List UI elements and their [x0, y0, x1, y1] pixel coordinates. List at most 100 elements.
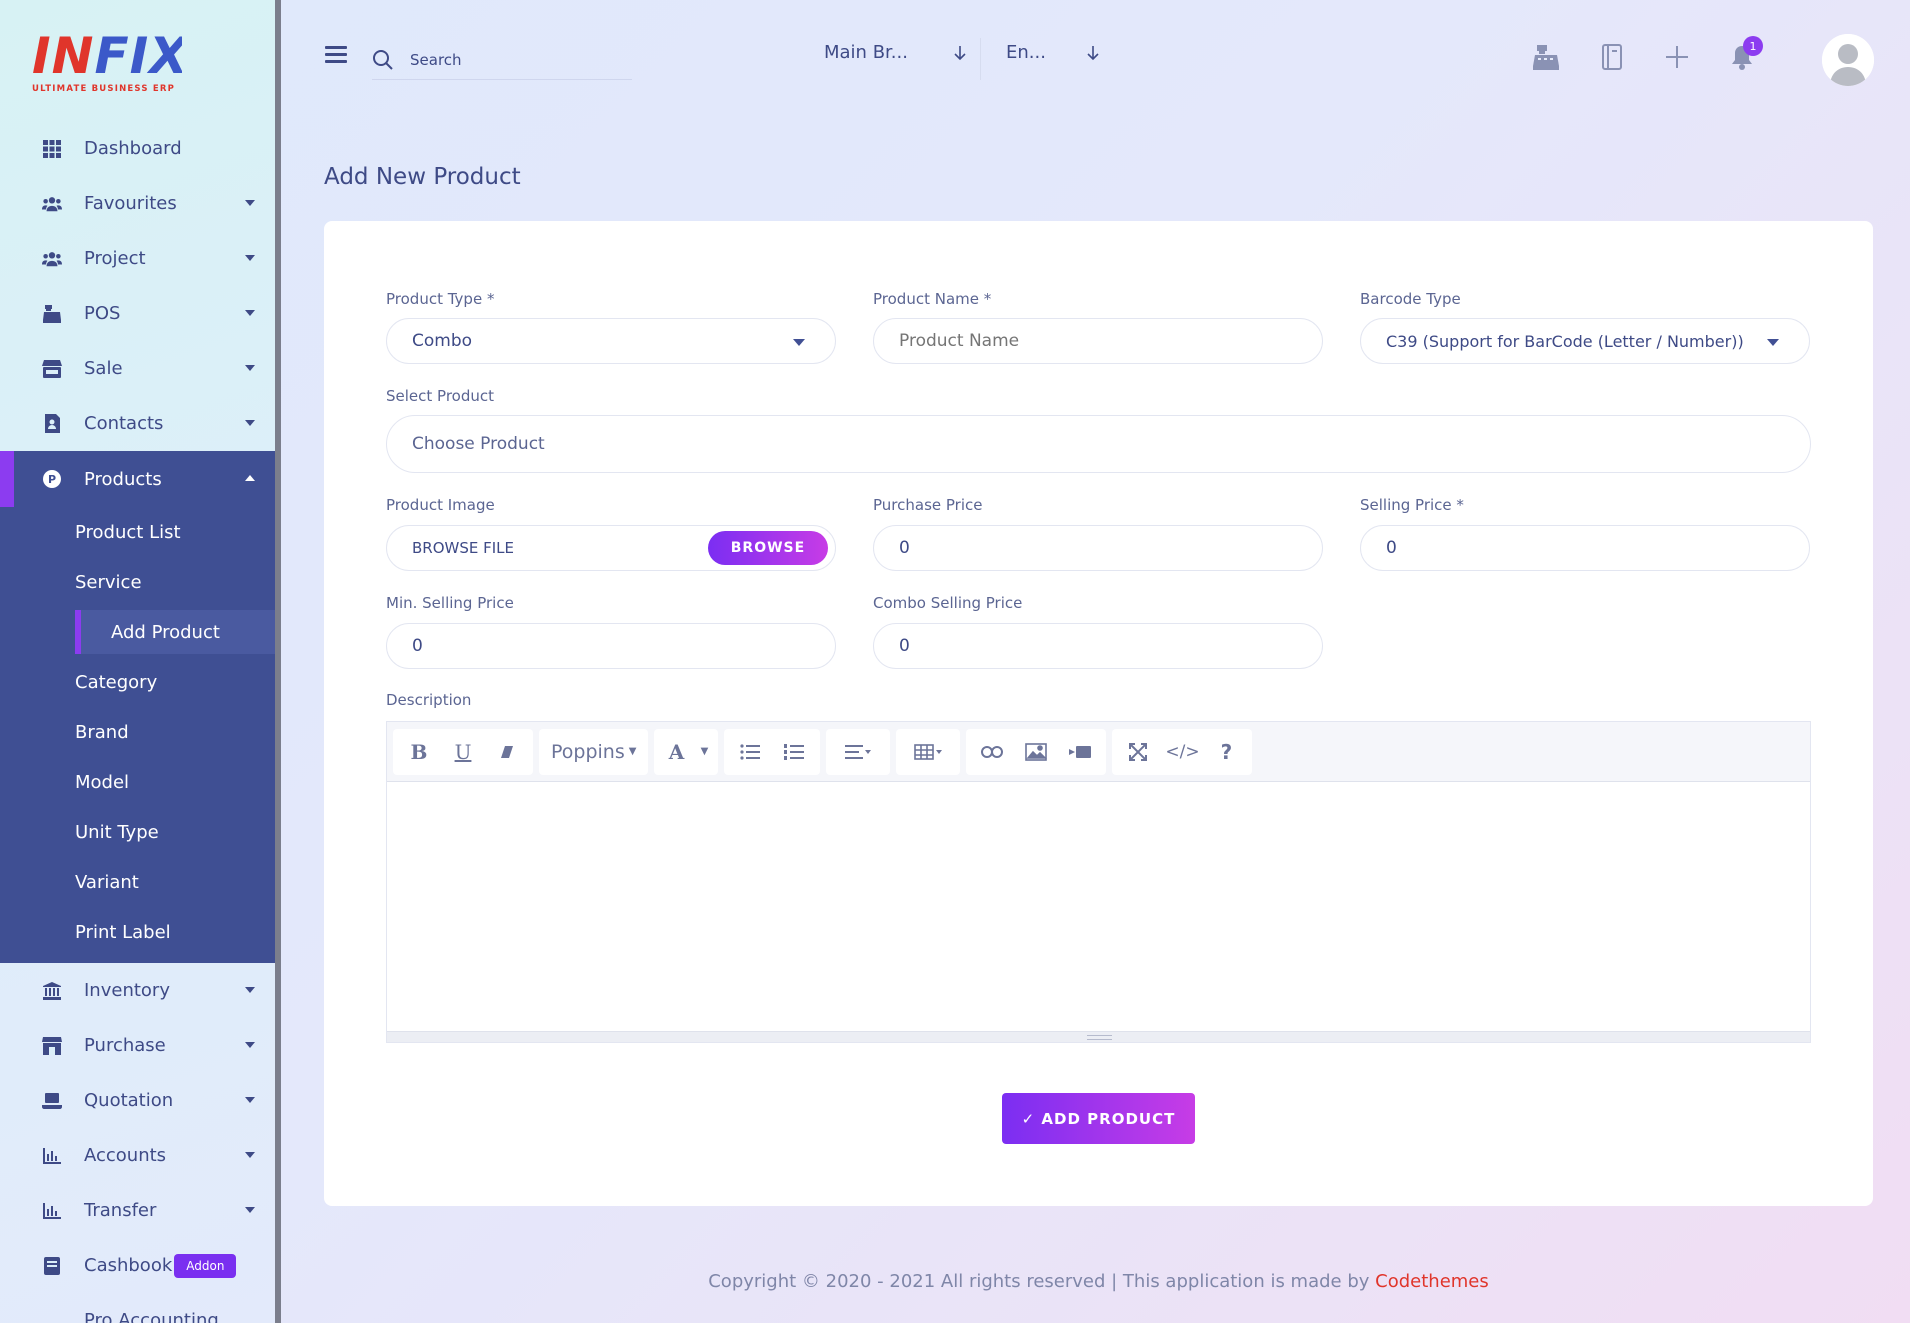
submenu-item-print-label[interactable]: Print Label [0, 907, 275, 957]
bold-button[interactable]: B [397, 729, 441, 775]
ordered-list-button[interactable] [772, 729, 816, 775]
purchase-price-field[interactable]: 0 [873, 525, 1323, 571]
link-button[interactable] [970, 729, 1014, 775]
unordered-list-button[interactable] [728, 729, 772, 775]
table-button[interactable] [900, 729, 956, 775]
submenu-item-service[interactable]: Service [0, 557, 275, 607]
video-button[interactable] [1058, 729, 1102, 775]
purchase-price-label: Purchase Price [873, 496, 983, 514]
description-label: Description [386, 691, 472, 709]
select-product-field[interactable]: Choose Product [386, 415, 1811, 473]
image-button[interactable] [1014, 729, 1058, 775]
fullscreen-button[interactable] [1116, 729, 1160, 775]
branch-select[interactable]: Main Br... [824, 42, 967, 63]
sidebar-item-label: Inventory [84, 980, 170, 1001]
bar-chart-icon [42, 1146, 62, 1166]
sidebar-item-inventory[interactable]: Inventory [0, 963, 275, 1018]
submenu-item-category[interactable]: Category [0, 657, 275, 707]
color-dropdown-icon[interactable]: ▼ [694, 729, 714, 775]
sidebar-item-label: Favourites [84, 193, 177, 214]
sidebar-item-products[interactable]: P Products [0, 451, 275, 507]
toolbar-group-view: </> ? [1112, 728, 1253, 775]
product-image-field[interactable]: BROWSE FILE BROWSE [386, 525, 836, 571]
sidebar-item-sale[interactable]: Sale [0, 341, 275, 396]
caret-down-icon [245, 310, 255, 316]
product-type-label: Product Type * [386, 290, 495, 308]
combo-selling-price-label: Combo Selling Price [873, 594, 1023, 612]
plus-icon[interactable] [1662, 42, 1692, 72]
product-p-icon: P [42, 469, 62, 489]
purchase-price-value: 0 [899, 538, 910, 558]
sidebar-item-quotation[interactable]: Quotation [0, 1073, 275, 1128]
sidebar-item-label: Pro Accounting [84, 1310, 219, 1323]
sidebar-item-label: Project [84, 248, 146, 269]
app-logo[interactable]: INFIX ULTIMATE BUSINESS ERP [32, 30, 188, 94]
caret-down-icon [245, 1042, 255, 1048]
align-dropdown-button[interactable] [830, 729, 886, 775]
sidebar-item-project[interactable]: Project [0, 231, 275, 286]
avatar[interactable] [1822, 34, 1874, 86]
sidebar-item-label: Contacts [84, 413, 164, 434]
menu-toggle-icon[interactable] [325, 46, 347, 64]
sidebar-item-purchase[interactable]: Purchase [0, 1018, 275, 1073]
submenu-item-unit-type[interactable]: Unit Type [0, 807, 275, 857]
sidebar-item-favourites[interactable]: Favourites [0, 176, 275, 231]
dropdown-arrow-icon [793, 339, 805, 346]
code-view-button[interactable]: </> [1160, 729, 1204, 775]
editor-content-area[interactable] [387, 782, 1810, 1032]
barcode-type-select[interactable]: C39 (Support for BarCode (Letter / Numbe… [1360, 318, 1810, 364]
browse-button[interactable]: BROWSE [708, 531, 828, 565]
link-icon [981, 745, 1004, 758]
footer-brand-link[interactable]: Codethemes [1375, 1271, 1489, 1292]
users-icon [42, 194, 62, 214]
pos-register-icon[interactable] [1531, 42, 1561, 72]
submenu-item-brand[interactable]: Brand [0, 707, 275, 757]
add-product-button[interactable]: ✓ ADD PRODUCT [1002, 1093, 1195, 1144]
font-family-dropdown[interactable]: Poppins ▼ [539, 728, 649, 775]
bell-icon[interactable]: 1 [1727, 36, 1763, 72]
language-select[interactable]: En... [1006, 42, 1100, 63]
header-divider [980, 38, 981, 80]
submenu-item-add-product[interactable]: Add Product [75, 610, 275, 654]
text-color-button[interactable]: A [658, 729, 694, 775]
laptop-icon [42, 1091, 62, 1111]
sidebar-item-label: Cashbook [84, 1255, 173, 1276]
sidebar-item-accounts[interactable]: Accounts [0, 1128, 275, 1183]
editor-resize-handle[interactable] [387, 1031, 1810, 1042]
sidebar: INFIX ULTIMATE BUSINESS ERP Dashboard Fa… [0, 0, 281, 1323]
search-input[interactable] [410, 50, 610, 69]
blank-icon [42, 1311, 62, 1323]
min-selling-price-field[interactable]: 0 [386, 623, 836, 669]
sidebar-item-dashboard[interactable]: Dashboard [0, 121, 275, 176]
eraser-button[interactable] [485, 729, 529, 775]
caret-down-icon [245, 255, 255, 261]
underline-button[interactable]: U [441, 729, 485, 775]
min-selling-price-label: Min. Selling Price [386, 594, 514, 612]
selling-price-field[interactable]: 0 [1360, 525, 1810, 571]
sidebar-item-contacts[interactable]: Contacts [0, 396, 275, 451]
product-type-value: Combo [412, 331, 473, 351]
product-name-input[interactable] [899, 331, 1279, 351]
barcode-type-label: Barcode Type [1360, 290, 1461, 308]
product-type-select[interactable]: Combo [386, 318, 836, 364]
cash-register-icon [42, 304, 62, 324]
product-name-field[interactable] [873, 318, 1323, 364]
help-button[interactable]: ? [1204, 729, 1248, 775]
submenu-item-model[interactable]: Model [0, 757, 275, 807]
eraser-icon [501, 745, 513, 758]
sidebar-item-label: POS [84, 303, 121, 324]
sidebar-item-transfer[interactable]: Transfer [0, 1183, 275, 1238]
sidebar-item-pro-accounting[interactable]: Pro Accounting [0, 1293, 275, 1323]
ordered-list-icon [784, 743, 805, 760]
grid-icon [42, 139, 62, 159]
branch-select-value: Main Br... [824, 42, 908, 63]
combo-selling-price-field[interactable]: 0 [873, 623, 1323, 669]
notebook-icon[interactable] [1597, 42, 1627, 72]
toolbar-group-color: A ▼ [654, 728, 719, 775]
video-icon [1069, 745, 1092, 758]
submenu-item-variant[interactable]: Variant [0, 857, 275, 907]
submenu-item-product-list[interactable]: Product List [0, 507, 275, 557]
sidebar-item-pos[interactable]: POS [0, 286, 275, 341]
toolbar-group-lists [724, 728, 821, 775]
sidebar-item-cashbook[interactable]: Cashbook Addon [0, 1238, 275, 1293]
